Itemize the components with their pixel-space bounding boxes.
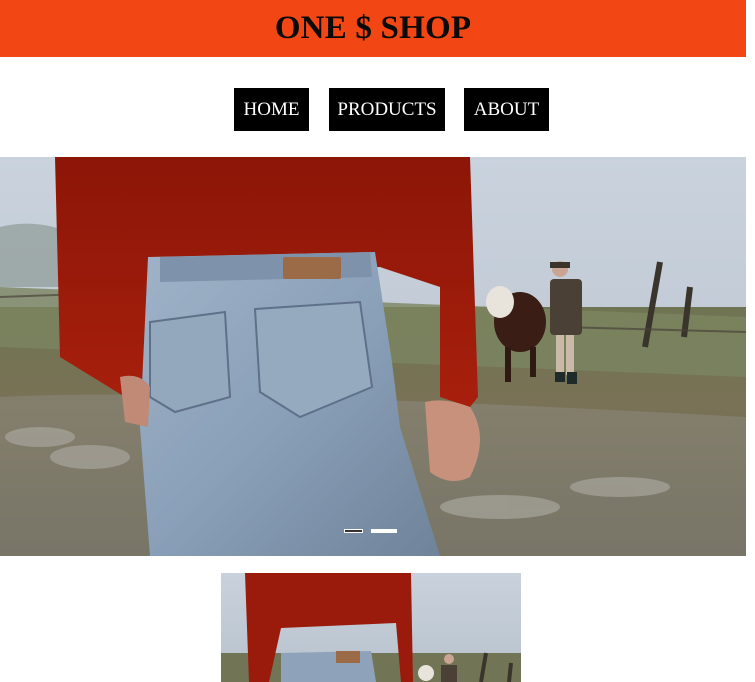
site-header: ONE $ SHOP (0, 0, 746, 57)
carousel-dot-2-active[interactable] (371, 529, 397, 533)
nav-about-button[interactable]: ABOUT (464, 88, 549, 131)
carousel-dot-1[interactable] (344, 529, 363, 533)
carousel-indicators (344, 529, 398, 537)
hero-carousel-image[interactable] (0, 157, 746, 556)
nav-home-button[interactable]: HOME (234, 88, 309, 131)
nav-products-button[interactable]: PRODUCTS (329, 88, 445, 131)
site-title: ONE $ SHOP (274, 10, 472, 46)
product-thumbnail-image[interactable] (221, 573, 521, 682)
main-nav: HOME PRODUCTS ABOUT (0, 88, 746, 131)
